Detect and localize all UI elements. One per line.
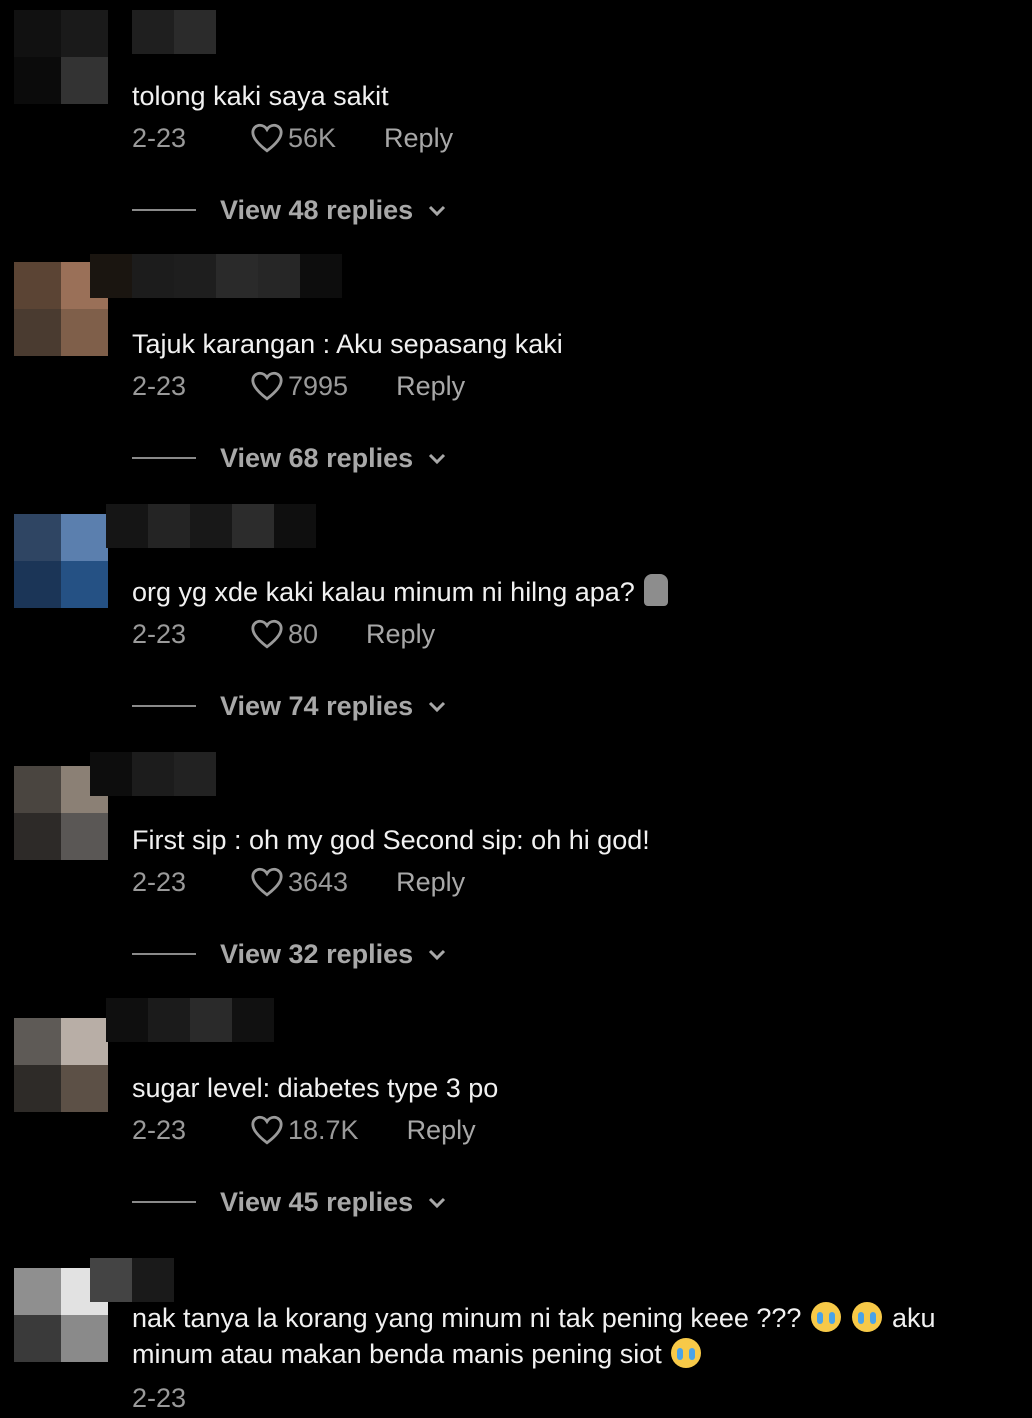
comment-text-part: aku	[891, 1303, 936, 1333]
comment-text-body: org yg xde kaki kalau minum ni hilng apa…	[132, 577, 635, 607]
comment-date: 2-23	[132, 1382, 187, 1413]
comment-text: First sip : oh my god Second sip: oh hi …	[132, 825, 650, 855]
username-blurred[interactable]	[132, 10, 216, 54]
comment-text: nak tanya la korang yang minum ni tak pe…	[132, 1300, 1012, 1372]
comment-date: 2-23	[132, 1114, 187, 1145]
username-blurred[interactable]	[90, 752, 216, 796]
username-blurred[interactable]	[90, 1258, 174, 1302]
comment-text: tolong kaki saya sakit	[132, 81, 389, 111]
moai-icon	[644, 574, 669, 606]
chevron-down-icon	[429, 205, 446, 217]
view-replies-label: View 74 replies	[220, 690, 414, 721]
heart-icon[interactable]	[250, 1114, 284, 1146]
divider-line	[132, 457, 196, 459]
like-count: 7995	[288, 370, 349, 401]
reply-button[interactable]: Reply	[396, 371, 465, 402]
like-button[interactable]: 80	[250, 618, 318, 650]
crying-face-icon	[671, 1338, 702, 1368]
crying-face-icon	[810, 1302, 841, 1332]
view-replies-button[interactable]: View 48 replies	[132, 190, 447, 230]
avatar[interactable]	[14, 514, 108, 608]
chevron-down-icon	[429, 701, 446, 713]
comment-text-part: nak tanya la korang yang minum ni tak pe…	[132, 1303, 802, 1333]
like-count: 56K	[288, 122, 337, 153]
view-replies-label: View 68 replies	[220, 442, 414, 473]
divider-line	[132, 209, 196, 211]
comment-text: Tajuk karangan : Aku sepasang kaki	[132, 329, 563, 359]
view-replies-label: View 32 replies	[220, 938, 414, 969]
comment-meta-cutoff: 2-23	[132, 1378, 250, 1418]
divider-line	[132, 1201, 196, 1203]
view-replies-button[interactable]: View 68 replies	[132, 438, 447, 478]
comment-text: sugar level: diabetes type 3 po	[132, 1073, 499, 1103]
username-blurred[interactable]	[106, 504, 316, 548]
divider-line	[132, 953, 196, 955]
chevron-down-icon	[429, 949, 446, 961]
like-button[interactable]: 56K	[250, 122, 336, 154]
comment-date: 2-23	[132, 618, 187, 649]
view-replies-button[interactable]: View 74 replies	[132, 686, 447, 726]
username-blurred[interactable]	[106, 998, 274, 1042]
comment-text: org yg xde kaki kalau minum ni hilng apa…	[132, 574, 1012, 610]
like-count: 80	[288, 618, 319, 649]
like-count: 18.7K	[288, 1114, 359, 1145]
like-button[interactable]: 18.7K	[250, 1114, 359, 1146]
comment-text-part: minum atau makan benda manis pening siot	[132, 1339, 662, 1369]
heart-icon[interactable]	[250, 370, 284, 402]
reply-button[interactable]: Reply	[396, 867, 465, 898]
like-button[interactable]: 3643	[250, 866, 348, 898]
view-replies-label: View 48 replies	[220, 194, 414, 225]
heart-icon[interactable]	[250, 866, 284, 898]
comment-date: 2-23	[132, 370, 187, 401]
username-blurred[interactable]	[90, 254, 342, 298]
chevron-down-icon	[429, 453, 446, 465]
heart-icon[interactable]	[250, 618, 284, 650]
avatar[interactable]	[14, 1018, 108, 1112]
crying-face-icon	[852, 1302, 883, 1332]
reply-button[interactable]: Reply	[366, 619, 435, 650]
view-replies-button[interactable]: View 32 replies	[132, 934, 447, 974]
comment-date: 2-23	[132, 122, 187, 153]
avatar[interactable]	[14, 10, 108, 104]
comment-date: 2-23	[132, 866, 187, 897]
chevron-down-icon	[429, 1197, 446, 1209]
reply-button[interactable]: Reply	[407, 1115, 476, 1146]
like-count: 3643	[288, 866, 349, 897]
divider-line	[132, 705, 196, 707]
view-replies-label: View 45 replies	[220, 1186, 414, 1217]
view-replies-button[interactable]: View 45 replies	[132, 1182, 447, 1222]
reply-button[interactable]: Reply	[384, 123, 453, 154]
like-button[interactable]: 7995	[250, 370, 348, 402]
heart-icon[interactable]	[250, 122, 284, 154]
